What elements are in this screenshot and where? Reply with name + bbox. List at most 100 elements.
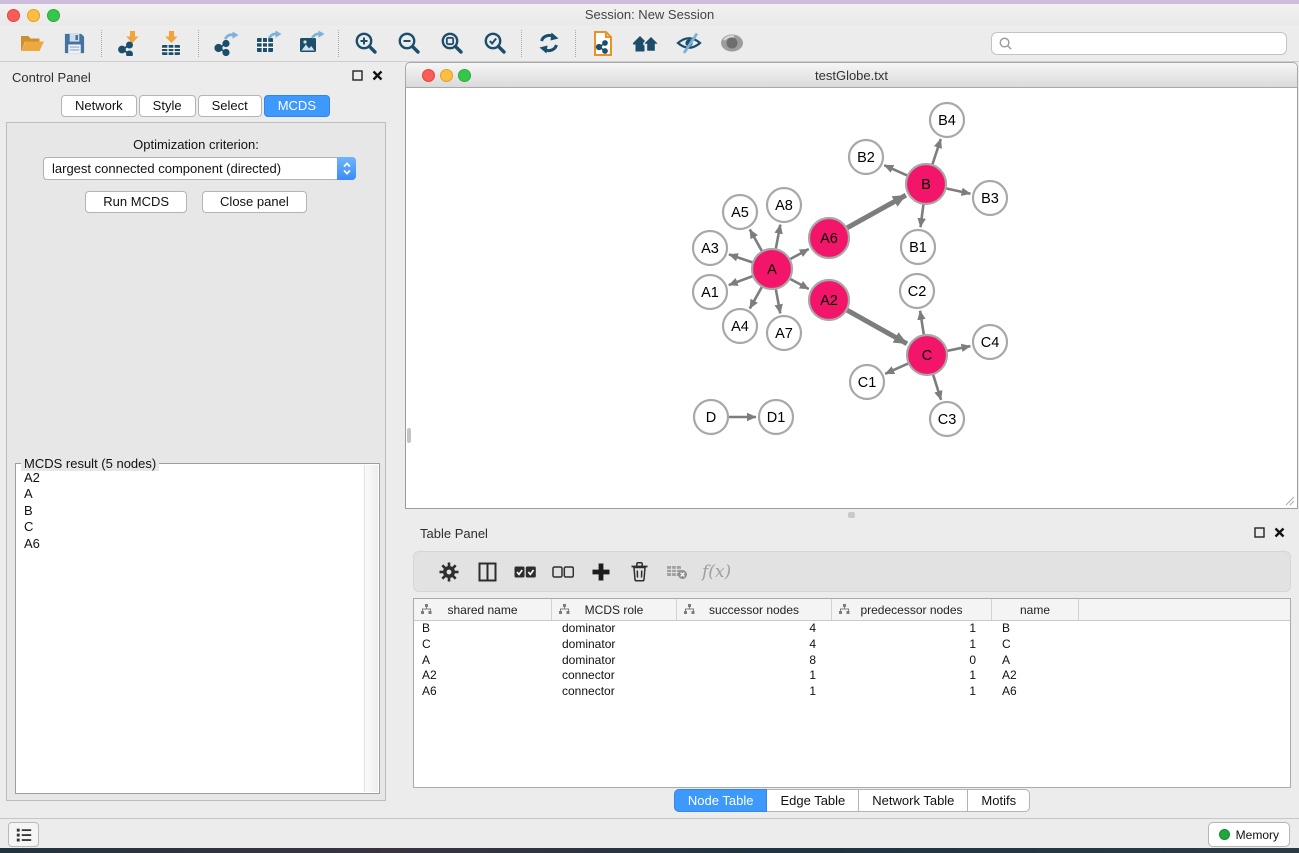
zoom-in-button[interactable] (344, 28, 387, 59)
close-network-window-button[interactable] (422, 69, 435, 82)
cell-shared-name[interactable]: C (414, 637, 552, 653)
minimize-window-button[interactable] (27, 9, 40, 22)
column-header-predecessor-nodes[interactable]: predecessor nodes (832, 599, 992, 620)
network-window-titlebar[interactable]: testGlobe.txt (405, 62, 1298, 88)
save-session-button[interactable] (53, 28, 96, 59)
column-header-MCDS-role[interactable]: MCDS role (552, 599, 677, 620)
zoom-out-button[interactable] (387, 28, 430, 59)
table-settings-button[interactable] (430, 557, 468, 587)
control-panel-tab-mcds[interactable]: MCDS (264, 95, 330, 117)
search-input[interactable] (1013, 33, 1286, 54)
cell-MCDS-role[interactable]: dominator (552, 621, 677, 637)
control-panel-tab-style[interactable]: Style (139, 95, 196, 117)
zoom-fit-button[interactable] (430, 28, 473, 59)
hide-graphics-details-button[interactable] (667, 28, 710, 59)
column-header-successor-nodes[interactable]: successor nodes (677, 599, 832, 620)
cell-shared-name[interactable]: A2 (414, 668, 552, 684)
network-canvas[interactable]: B4B2BB3A8A5A6B1A3AC2A1A2A4A7C4CC1C3DD1 (405, 88, 1298, 509)
edge-B-B3[interactable] (944, 188, 971, 194)
add-entry-button[interactable] (582, 557, 620, 587)
export-table-button[interactable] (247, 28, 290, 59)
network-graph[interactable]: B4B2BB3A8A5A6B1A3AC2A1A2A4A7C4CC1C3DD1 (406, 88, 1295, 506)
cell-successor-nodes[interactable]: 4 (677, 621, 832, 637)
zoom-window-button[interactable] (47, 9, 60, 22)
mcds-result-item[interactable]: A6 (24, 536, 364, 552)
delete-table-button[interactable] (658, 557, 696, 587)
cell-predecessor-nodes[interactable]: 1 (832, 637, 992, 653)
column-header-name[interactable]: name (992, 599, 1079, 620)
cell-shared-name[interactable]: A6 (414, 684, 552, 700)
table-tab-motifs[interactable]: Motifs (967, 789, 1030, 812)
cell-predecessor-nodes[interactable]: 1 (832, 668, 992, 684)
cell-predecessor-nodes[interactable]: 0 (832, 653, 992, 669)
criterion-dropdown[interactable]: largest connected component (directed) (43, 157, 356, 180)
open-session-button[interactable] (10, 28, 53, 59)
edge-C-C1[interactable] (885, 362, 910, 373)
edge-A-A7[interactable] (775, 287, 780, 314)
memory-button[interactable]: Memory (1208, 822, 1290, 847)
edge-C-C2[interactable] (920, 311, 924, 337)
table-row[interactable]: Cdominator41C (414, 637, 1290, 653)
search-field[interactable] (991, 32, 1287, 55)
task-history-button[interactable] (8, 822, 39, 847)
close-panel-icon[interactable] (1274, 527, 1285, 538)
cell-name[interactable]: A2 (992, 668, 1079, 684)
control-panel-tab-select[interactable]: Select (198, 95, 262, 117)
zoom-selected-button[interactable] (473, 28, 516, 59)
table-row[interactable]: A2connector11A2 (414, 668, 1290, 684)
mcds-result-list[interactable]: A2ABCA6 (17, 465, 364, 792)
edge-B-B4[interactable] (932, 139, 941, 167)
cell-MCDS-role[interactable]: dominator (552, 637, 677, 653)
cell-name[interactable]: A6 (992, 684, 1079, 700)
column-header-shared-name[interactable]: shared name (414, 599, 552, 620)
cell-MCDS-role[interactable]: connector (552, 668, 677, 684)
import-network-button[interactable] (107, 28, 150, 59)
cell-successor-nodes[interactable]: 1 (677, 668, 832, 684)
edge-B-B2[interactable] (884, 165, 909, 176)
close-window-button[interactable] (7, 9, 20, 22)
panel-splitter-handle[interactable] (848, 512, 855, 518)
cell-shared-name[interactable]: B (414, 621, 552, 637)
import-table-button[interactable] (150, 28, 193, 59)
table-row[interactable]: A6connector11A6 (414, 684, 1290, 700)
deselect-all-button[interactable] (544, 557, 582, 587)
mcds-list-scrollbar[interactable] (364, 465, 378, 792)
cell-MCDS-role[interactable]: connector (552, 684, 677, 700)
float-panel-icon[interactable] (1254, 527, 1265, 538)
edge-A-A3[interactable] (729, 254, 755, 263)
delete-entries-button[interactable] (620, 557, 658, 587)
mcds-result-item[interactable]: C (24, 519, 364, 535)
cell-name[interactable]: A (992, 653, 1079, 669)
cell-name[interactable]: C (992, 637, 1079, 653)
edge-C-C3[interactable] (932, 372, 941, 400)
select-all-button[interactable] (506, 557, 544, 587)
show-columns-button[interactable] (468, 557, 506, 587)
run-mcds-button[interactable]: Run MCDS (85, 191, 187, 213)
export-image-button[interactable] (290, 28, 333, 59)
export-network-button[interactable] (204, 28, 247, 59)
cell-name[interactable]: B (992, 621, 1079, 637)
zoom-network-window-button[interactable] (458, 69, 471, 82)
edge-A6-B[interactable] (845, 195, 906, 229)
edge-C-C4[interactable] (945, 346, 971, 351)
edge-A-A4[interactable] (750, 285, 763, 309)
resize-grip-icon[interactable] (1283, 494, 1295, 506)
edge-A-A6[interactable] (788, 249, 809, 260)
edge-A-A2[interactable] (788, 278, 809, 289)
table-tab-edge-table[interactable]: Edge Table (766, 789, 859, 812)
mcds-result-item[interactable]: A (24, 486, 364, 502)
control-panel-tab-network[interactable]: Network (61, 95, 137, 117)
edge-A-A8[interactable] (775, 225, 780, 252)
cell-successor-nodes[interactable]: 4 (677, 637, 832, 653)
cell-predecessor-nodes[interactable]: 1 (832, 621, 992, 637)
canvas-vertical-scrollbar[interactable] (407, 428, 411, 443)
close-panel-button[interactable]: Close panel (202, 191, 307, 213)
mcds-result-item[interactable]: A2 (24, 470, 364, 486)
table-tab-network-table[interactable]: Network Table (858, 789, 968, 812)
function-builder-button[interactable]: f(x) (702, 562, 731, 582)
table-row[interactable]: Adominator80A (414, 653, 1290, 669)
cell-MCDS-role[interactable]: dominator (552, 653, 677, 669)
edge-A2-C[interactable] (845, 309, 907, 344)
cell-successor-nodes[interactable]: 1 (677, 684, 832, 700)
show-eye-button[interactable] (710, 28, 753, 59)
